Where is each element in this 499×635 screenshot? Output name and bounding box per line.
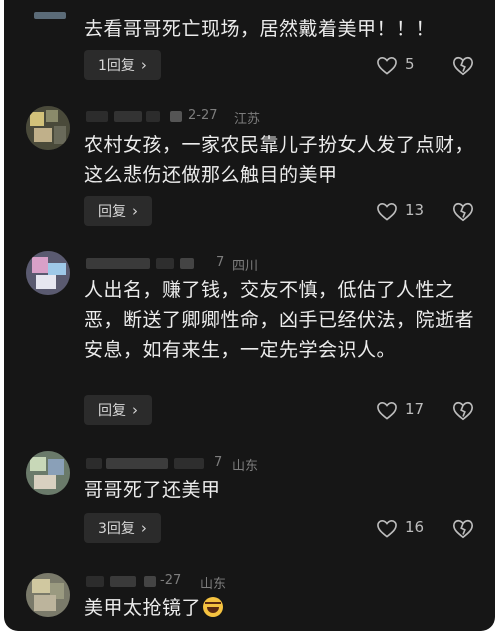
comment-meta: 2-27 江苏 <box>84 108 384 127</box>
comment-meta: -27 山东 <box>84 573 384 592</box>
reply-label: 回复 <box>98 403 126 419</box>
like-count: 16 <box>405 518 425 536</box>
heart-outline-icon <box>377 401 397 420</box>
comment-text: 哥哥死了还美甲 <box>84 479 221 501</box>
laughing-emoji-icon <box>203 597 224 617</box>
heart-outline-icon <box>377 56 397 75</box>
like-button[interactable]: 16 <box>376 513 436 543</box>
avatar[interactable] <box>26 451 70 495</box>
avatar[interactable] <box>26 251 70 295</box>
comment-date: 2-27 <box>188 108 218 123</box>
comment-text: 美甲太抢镜了 <box>84 593 474 623</box>
avatar[interactable] <box>26 106 70 150</box>
comment-date: -27 <box>160 573 182 588</box>
reply-label: 回复 <box>98 204 126 220</box>
like-button[interactable]: 5 <box>376 50 436 80</box>
chevron-right-icon: › <box>132 401 138 419</box>
chevron-right-icon: › <box>140 56 147 74</box>
like-count: 17 <box>405 400 425 418</box>
chevron-right-icon: › <box>140 519 147 537</box>
comment-text: 人出名，赚了钱，交友不慎，低估了人性之恶，断送了卿卿性命，凶手已经伏法，院逝者安… <box>84 279 475 361</box>
comment-meta: 7 山东 <box>84 455 384 474</box>
comment-date: 7 <box>216 255 225 270</box>
broken-heart-icon[interactable] <box>452 55 474 77</box>
comment-text: 农村女孩，一家农民靠儿子扮女人发了点财，这么悲伤还做那么触目的美甲 <box>84 134 475 186</box>
comment-date: 7 <box>214 455 223 470</box>
comment-location: 山东 <box>232 459 259 474</box>
comment-meta: 7 四川 <box>84 255 384 274</box>
avatar[interactable] <box>26 573 70 617</box>
reply-button[interactable]: 1回复 › <box>84 50 161 80</box>
reply-button[interactable]: 回复 › <box>84 395 152 425</box>
like-count: 5 <box>405 55 415 73</box>
comment-text: 去看哥哥死亡现场，居然戴着美甲！！！ <box>84 18 436 40</box>
avatar[interactable] <box>34 12 66 19</box>
reply-label: 3回复 <box>98 521 135 537</box>
comment-location: 四川 <box>232 259 259 274</box>
comment-list: 去看哥哥死亡现场，居然戴着美甲！！！ 1回复 › 5 2-27 江苏 农村女孩，一… <box>4 0 495 631</box>
reply-label: 1回复 <box>98 58 135 74</box>
comment-item: 7 山东 哥哥死了还美甲 3回复 › 16 <box>4 445 495 555</box>
broken-heart-icon[interactable] <box>452 400 474 422</box>
comment-location: 山东 <box>200 577 227 592</box>
reply-button[interactable]: 回复 › <box>84 196 152 226</box>
heart-outline-icon <box>377 519 397 538</box>
comment-item: 2-27 江苏 农村女孩，一家农民靠儿子扮女人发了点财，这么悲伤还做那么触目的美… <box>4 100 495 235</box>
like-button[interactable]: 13 <box>376 196 436 226</box>
comment-item: 7 四川 人出名，赚了钱，交友不慎，低估了人性之恶，断送了卿卿性命，凶手已经伏法… <box>4 247 495 437</box>
comment-item: -27 山东 美甲太抢镜了 <box>4 565 495 631</box>
heart-outline-icon <box>377 202 397 221</box>
comment-location: 江苏 <box>234 112 261 127</box>
like-count: 13 <box>405 201 425 219</box>
chevron-right-icon: › <box>132 202 138 220</box>
comment-text-content: 美甲太抢镜了 <box>84 597 202 619</box>
broken-heart-icon[interactable] <box>452 201 474 223</box>
reply-button[interactable]: 3回复 › <box>84 513 161 543</box>
comment-item: 去看哥哥死亡现场，居然戴着美甲！！！ 1回复 › 5 <box>4 0 495 90</box>
broken-heart-icon[interactable] <box>452 518 474 540</box>
like-button[interactable]: 17 <box>376 395 436 425</box>
